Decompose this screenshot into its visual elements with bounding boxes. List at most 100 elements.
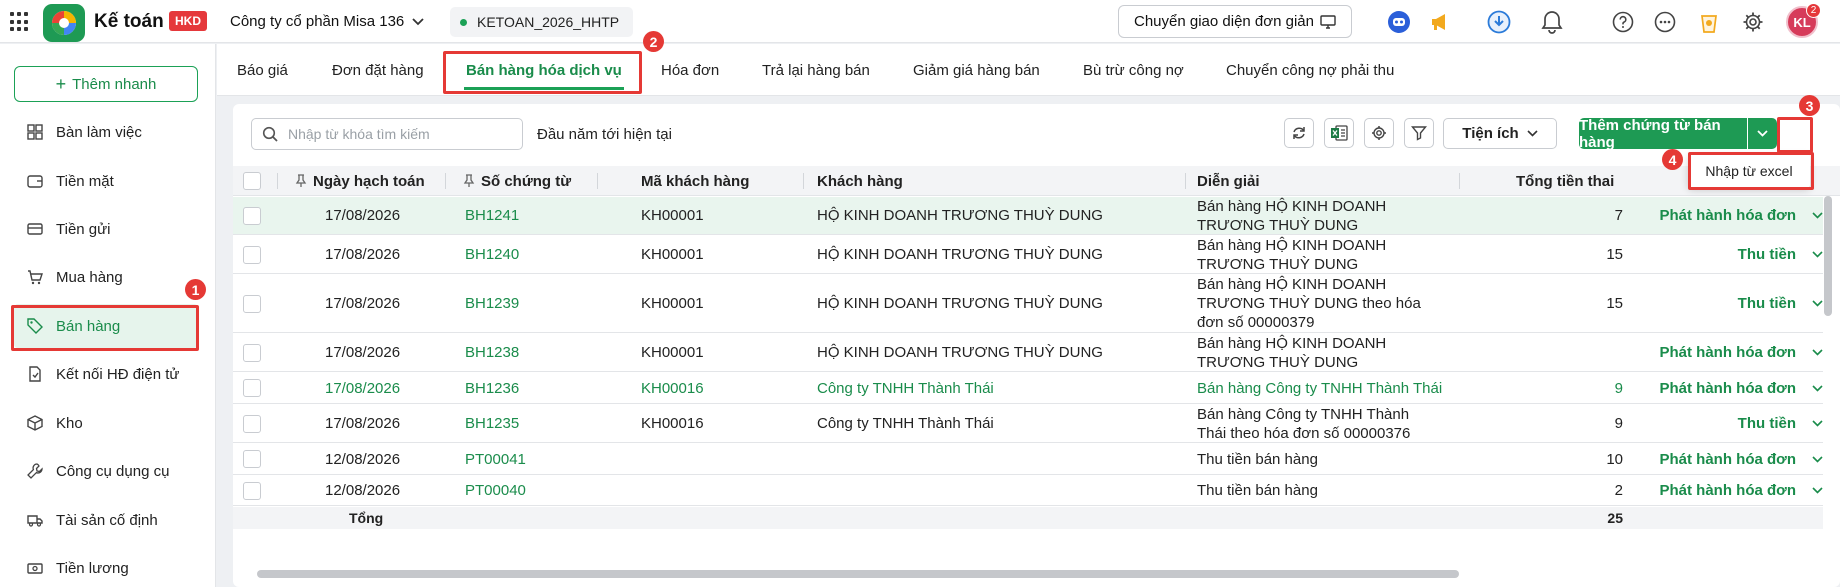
cell-date: 12/08/2026 <box>325 482 401 499</box>
cell-description: Bán hàng Công ty TNHH Thành Thái theo hó… <box>1197 405 1411 442</box>
sidebar-item-warehouse[interactable]: Kho <box>14 401 198 445</box>
pin-icon <box>295 174 307 187</box>
column-header-customer-code[interactable]: Mã khách hàng <box>641 166 749 196</box>
cell-voucher-link[interactable]: PT00041 <box>465 444 526 474</box>
chevron-down-icon <box>1812 300 1823 307</box>
row-checkbox[interactable] <box>243 450 261 468</box>
select-all-checkbox[interactable] <box>243 172 261 190</box>
period-filter[interactable]: Đầu năm tới hiện tại <box>537 126 672 143</box>
pin-icon <box>463 174 475 187</box>
cell-date: 17/08/2026 <box>325 246 401 263</box>
tab-sales-return[interactable]: Trả lại hàng bán <box>762 44 870 96</box>
tab-sales-order[interactable]: Đơn đặt hàng <box>332 44 424 96</box>
settings-button[interactable] <box>1364 118 1394 148</box>
sidebar-item-dashboard[interactable]: Bàn làm việc <box>14 110 198 154</box>
refresh-button[interactable] <box>1284 118 1314 148</box>
add-sales-voucher-button[interactable]: Thêm chứng từ bán hàng <box>1579 117 1747 151</box>
cell-voucher-link[interactable]: BH1238 <box>465 334 519 371</box>
table-row[interactable]: 17/08/2026 BH1238 KH00001 HỘ KINH DOANH … <box>233 334 1823 372</box>
total-value: 25 <box>1607 510 1623 526</box>
download-icon[interactable] <box>1486 9 1512 35</box>
column-header-voucher[interactable]: Số chứng từ <box>463 166 571 196</box>
table-row[interactable]: 17/08/2026 BH1241 KH00001 HỘ KINH DOANH … <box>233 197 1823 235</box>
sidebar-item-tools[interactable]: Công cụ dụng cụ <box>14 449 198 493</box>
help-icon[interactable] <box>1610 9 1636 35</box>
add-voucher-dropdown-toggle[interactable] <box>1748 118 1777 149</box>
cell-voucher-link[interactable]: BH1235 <box>465 405 519 442</box>
add-quick-button[interactable]: + Thêm nhanh <box>14 66 198 102</box>
cell-date: 17/08/2026 <box>325 415 401 432</box>
tag-icon <box>26 317 44 335</box>
sidebar-item-salary[interactable]: Tiền lương <box>14 546 198 587</box>
vertical-scrollbar[interactable] <box>1824 196 1832 316</box>
row-checkbox[interactable] <box>243 414 261 433</box>
company-selector[interactable]: Công ty cổ phần Misa 136 <box>230 13 424 30</box>
row-checkbox[interactable] <box>243 245 261 264</box>
search-input[interactable] <box>288 126 508 142</box>
row-action[interactable]: Phát hành hóa đơn <box>1633 197 1823 234</box>
row-action[interactable]: Thu tiền <box>1633 275 1823 332</box>
sidebar-item-purchase[interactable]: Mua hàng <box>14 255 198 299</box>
bell-icon[interactable] <box>1539 9 1565 35</box>
wrench-icon <box>26 462 44 480</box>
apps-grid-icon[interactable] <box>10 12 30 32</box>
search-box[interactable] <box>251 118 523 150</box>
table-row[interactable]: 17/08/2026 BH1236 KH00016 Công ty TNHH T… <box>233 373 1823 404</box>
filter-button[interactable] <box>1404 118 1434 148</box>
switch-ui-button[interactable]: Chuyển giao diện đơn giản <box>1118 5 1352 38</box>
row-checkbox[interactable] <box>243 294 261 313</box>
megaphone-icon[interactable] <box>1427 9 1453 35</box>
row-action[interactable]: Phát hành hóa đơn <box>1633 444 1823 474</box>
chevron-down-icon <box>1812 251 1823 258</box>
promotion-icon[interactable] <box>1696 9 1722 35</box>
cell-voucher-link[interactable]: BH1241 <box>465 197 519 234</box>
row-action[interactable]: Thu tiền <box>1633 405 1823 442</box>
table-row[interactable]: 17/08/2026 BH1235 KH00016 Công ty TNHH T… <box>233 405 1823 443</box>
import-excel-menu-item[interactable]: Nhập từ excel <box>1688 154 1810 188</box>
utilities-button[interactable]: Tiện ích <box>1443 118 1557 149</box>
sidebar-item-label: Kho <box>56 414 83 432</box>
assistant-bot-icon[interactable] <box>1386 9 1412 35</box>
export-excel-button[interactable] <box>1324 118 1354 148</box>
row-action[interactable]: Phát hành hóa đơn <box>1633 476 1823 505</box>
row-action[interactable]: Phát hành hóa đơn <box>1633 373 1823 403</box>
column-header-total[interactable]: Tổng tiền thai <box>1516 166 1622 196</box>
cell-voucher-link[interactable]: PT00040 <box>465 476 526 505</box>
sidebar-item-einvoice[interactable]: Kết nối HĐ điện tử <box>14 352 198 396</box>
cell-voucher-link[interactable]: BH1239 <box>465 275 519 332</box>
cell-voucher-link[interactable]: BH1236 <box>465 373 519 403</box>
table-row[interactable]: 17/08/2026 BH1239 KH00001 HỘ KINH DOANH … <box>233 275 1823 333</box>
column-header-description[interactable]: Diễn giải <box>1197 166 1260 196</box>
row-checkbox[interactable] <box>243 343 261 362</box>
row-checkbox[interactable] <box>243 379 261 397</box>
horizontal-scrollbar[interactable] <box>257 570 1459 578</box>
tab-sales-discount[interactable]: Giảm giá hàng bán <box>913 44 1040 96</box>
database-selector[interactable]: KETOAN_2026_HHTP <box>450 7 634 37</box>
tab-invoice[interactable]: Hóa đơn <box>661 44 719 96</box>
table-row[interactable]: 12/08/2026 PT00041 Thu tiền bán hàng 10 … <box>233 444 1823 475</box>
row-action[interactable]: Thu tiền <box>1633 236 1823 273</box>
tab-quotation[interactable]: Báo giá <box>237 44 288 96</box>
cell-customer: HỘ KINH DOANH TRƯƠNG THUỲ DUNG <box>817 246 1103 263</box>
tab-sales-goods-services[interactable]: Bán hàng hóa dịch vụ <box>464 44 624 96</box>
settings-gear-icon[interactable] <box>1740 9 1766 35</box>
table-row[interactable]: 12/08/2026 PT00040 Thu tiền bán hàng 2 P… <box>233 476 1823 506</box>
column-header-date[interactable]: Ngày hạch toán <box>295 166 425 196</box>
cell-date: 17/08/2026 <box>325 379 401 397</box>
cell-date: 12/08/2026 <box>325 450 401 468</box>
app-logo[interactable] <box>43 4 85 42</box>
sidebar-item-deposit[interactable]: Tiền gửi <box>14 207 198 251</box>
row-checkbox[interactable] <box>243 481 261 500</box>
table-row[interactable]: 17/08/2026 BH1240 KH00001 HỘ KINH DOANH … <box>233 236 1823 274</box>
sidebar-item-sales[interactable]: Bán hàng <box>14 304 198 348</box>
sidebar-item-fixed-assets[interactable]: Tài sản cố định <box>14 498 198 542</box>
cell-voucher-link[interactable]: BH1240 <box>465 236 519 273</box>
sidebar-item-cash[interactable]: Tiền mặt <box>14 159 198 203</box>
row-action[interactable]: Phát hành hóa đơn <box>1633 334 1823 371</box>
tab-debt-offset[interactable]: Bù trừ công nợ <box>1083 44 1184 96</box>
tab-debt-transfer[interactable]: Chuyển công nợ phải thu <box>1226 44 1394 96</box>
more-options-icon[interactable] <box>1652 9 1678 35</box>
row-checkbox[interactable] <box>243 206 261 225</box>
column-header-customer[interactable]: Khách hàng <box>817 166 903 196</box>
cell-description: Thu tiền bán hàng <box>1197 450 1318 468</box>
